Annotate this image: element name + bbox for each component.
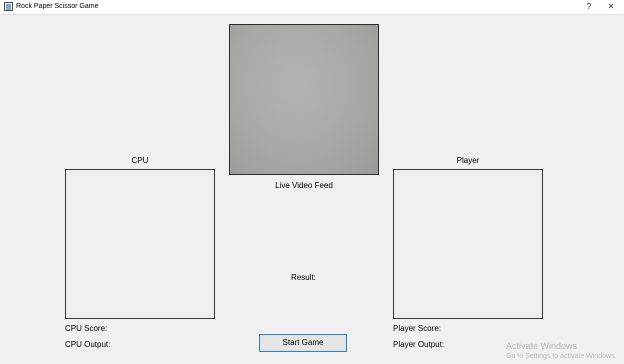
cpu-score-label: CPU Score:: [65, 324, 108, 333]
activate-windows-watermark: Activate Windows: [506, 341, 578, 351]
help-button[interactable]: ?: [578, 0, 600, 14]
player-heading: Player: [456, 156, 480, 165]
start-game-button[interactable]: Start Game: [259, 334, 347, 352]
video-feed-label: Live Video Feed: [275, 181, 333, 190]
app-window: Rock Paper Scissor Game ? ✕ Live Video F…: [0, 0, 624, 364]
live-video-feed: [229, 24, 379, 175]
player-output-label: Player Output:: [393, 340, 445, 349]
player-score-label: Player Score:: [393, 324, 442, 333]
app-icon: [4, 2, 13, 11]
close-button[interactable]: ✕: [600, 0, 622, 14]
activate-windows-hint: Go to Settings to activate Windows.: [506, 353, 617, 360]
player-display-panel: [393, 169, 543, 319]
cpu-heading: CPU: [131, 156, 149, 165]
title-bar: Rock Paper Scissor Game ? ✕: [0, 0, 624, 15]
window-title: Rock Paper Scissor Game: [16, 3, 99, 10]
cpu-display-panel: [65, 169, 215, 319]
result-label: Result:: [291, 273, 316, 282]
cpu-output-label: CPU Output:: [65, 340, 111, 349]
